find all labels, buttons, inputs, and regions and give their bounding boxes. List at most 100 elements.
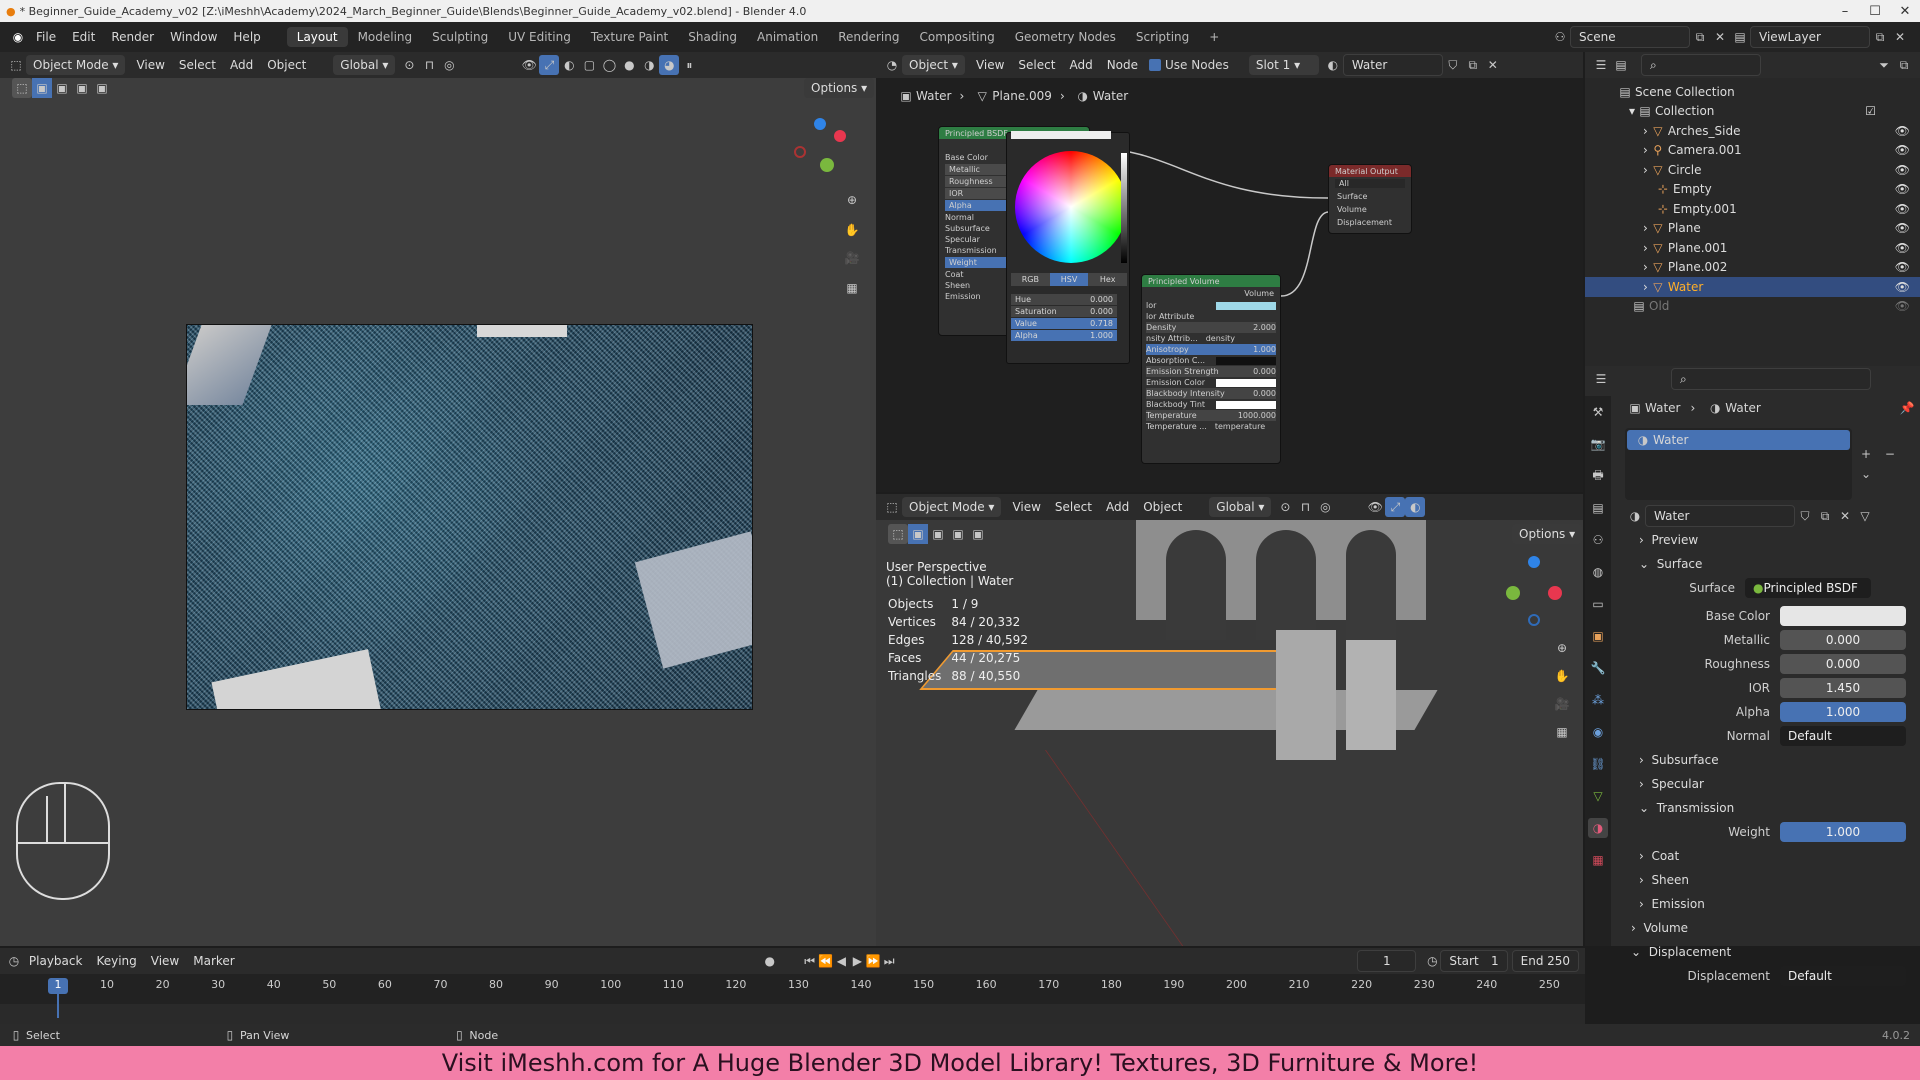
metallic-field[interactable]: 0.000: [1780, 630, 1906, 650]
view3d-orientation-dropdown[interactable]: Global ▾: [1209, 497, 1272, 517]
tab-modeling[interactable]: Modeling: [348, 27, 423, 47]
scene-field[interactable]: Scene: [1570, 26, 1690, 48]
view3d-viewport[interactable]: ⬚ ▣ ▣ ▣ ▣ Options ▾ User Perspective (1)…: [876, 520, 1583, 946]
tool-tab-icon[interactable]: ⚒: [1588, 402, 1608, 422]
view-layer-tab-icon[interactable]: ▤: [1588, 498, 1608, 518]
timeline-view-menu[interactable]: View: [144, 954, 186, 968]
output-tab-icon[interactable]: 🖶: [1588, 466, 1608, 486]
output-target-dropdown[interactable]: All: [1335, 179, 1405, 188]
browse-material-icon[interactable]: ◑: [1625, 506, 1645, 526]
view3d-camera-view-icon[interactable]: 🎥: [1552, 694, 1572, 714]
solid-shading-icon[interactable]: ●: [619, 55, 639, 75]
timeline[interactable]: ◷ Playback Keying View Marker ● ⏮ ⏪ ◀ ▶ …: [0, 948, 1585, 1028]
section-specular[interactable]: › Specular: [1625, 772, 1917, 796]
section-preview[interactable]: › Preview: [1625, 528, 1917, 552]
fake-user-icon[interactable]: ⛉: [1443, 55, 1463, 75]
texture-tab-icon[interactable]: ▦: [1588, 850, 1608, 870]
add-slot-icon[interactable]: +: [1856, 444, 1876, 464]
node-editor-type-icon[interactable]: ◔: [882, 55, 902, 75]
options-dropdown[interactable]: Options ▾: [804, 78, 875, 98]
properties-editor-type-icon[interactable]: ☰: [1591, 369, 1611, 389]
roughness-field[interactable]: 0.000: [1780, 654, 1906, 674]
menu-add[interactable]: Add: [223, 58, 260, 72]
z-axis-icon[interactable]: [814, 118, 826, 130]
node-editor[interactable]: ▣ Water › ▽ Plane.009 › ◑ Water Principl…: [876, 78, 1583, 492]
view3d-grid-icon[interactable]: ▦: [1552, 722, 1572, 742]
tab-compositing[interactable]: Compositing: [909, 27, 1004, 47]
menu-file[interactable]: File: [28, 30, 64, 44]
object-tab-icon[interactable]: ▣: [1588, 626, 1608, 646]
view-layer-field[interactable]: ViewLayer: [1750, 26, 1870, 48]
select-invert-icon[interactable]: ▣: [92, 78, 112, 98]
collection-tab-icon[interactable]: ▭: [1588, 594, 1608, 614]
minimize-icon[interactable]: –: [1830, 4, 1860, 19]
view3d-menu-select[interactable]: Select: [1048, 500, 1099, 514]
section-volume[interactable]: › Volume: [1625, 916, 1917, 940]
timeline-editor-type-icon[interactable]: ◷: [6, 951, 22, 971]
unlink-material-icon[interactable]: ✕: [1483, 55, 1503, 75]
play-icon[interactable]: ▶: [849, 951, 865, 971]
menu-help[interactable]: Help: [225, 30, 268, 44]
color-picker-popup[interactable]: RGB HSV Hex Hue 0.000 Saturation 0.000 Val…: [1006, 131, 1130, 364]
value-slider[interactable]: [1121, 153, 1127, 263]
section-surface[interactable]: ⌄ Surface: [1625, 552, 1917, 576]
zoom-icon[interactable]: ⊕: [842, 190, 862, 210]
menu-render[interactable]: Render: [103, 30, 162, 44]
gizmo-icon[interactable]: ⤢: [539, 55, 560, 75]
normal-field[interactable]: Default: [1780, 726, 1906, 746]
eye-icon[interactable]: 👁: [1895, 260, 1910, 274]
slot-menu-icon[interactable]: ⌄: [1856, 464, 1876, 484]
view3d-select-subtract-icon[interactable]: ▣: [948, 524, 968, 544]
material-slot-list[interactable]: ◑ Water: [1625, 428, 1853, 500]
eye-icon[interactable]: 👁: [1895, 241, 1910, 255]
view3d-snap-icon[interactable]: ⊓: [1295, 497, 1315, 517]
outliner-search-input[interactable]: ⌕: [1641, 54, 1761, 76]
outliner-collection[interactable]: ▾ ▤ Collection ☑: [1585, 102, 1920, 122]
view3d-proportional-icon[interactable]: ◎: [1315, 497, 1335, 517]
outliner-item[interactable]: › ▽ Circle 👁: [1585, 160, 1920, 180]
surface-shader-field[interactable]: ● Principled BSDF: [1745, 578, 1871, 598]
principled-volume-node[interactable]: Principled Volume Volume lor lor Attribu…: [1141, 274, 1281, 464]
menu-view[interactable]: View: [129, 58, 171, 72]
playhead[interactable]: 1: [48, 978, 68, 994]
blender-menu-icon[interactable]: ◉: [8, 27, 28, 47]
view3d-neg-z-axis-icon[interactable]: [1528, 614, 1540, 626]
camera-view-icon[interactable]: 🎥: [842, 248, 862, 268]
outliner-item[interactable]: ⊹ Empty 👁: [1585, 180, 1920, 200]
scene-tab-icon[interactable]: ⚇: [1588, 530, 1608, 550]
world-tab-icon[interactable]: ◍: [1588, 562, 1608, 582]
use-nodes-checkbox[interactable]: [1149, 59, 1162, 71]
material-field[interactable]: Water: [1342, 54, 1443, 76]
view3d-y-axis-icon[interactable]: [1506, 586, 1520, 600]
section-emission[interactable]: › Emission: [1625, 892, 1917, 916]
tab-animation[interactable]: Animation: [747, 27, 828, 47]
menu-edit[interactable]: Edit: [64, 30, 103, 44]
record-icon[interactable]: ●: [762, 951, 778, 971]
jump-key-back-icon[interactable]: ⏪: [818, 951, 834, 971]
alpha-field[interactable]: 1.000: [1780, 702, 1906, 722]
rendered-shading-icon[interactable]: ◕: [659, 55, 680, 75]
view3d-select-invert-icon[interactable]: ▣: [968, 524, 988, 544]
select-extend-icon[interactable]: ▣: [52, 78, 72, 98]
color-wheel[interactable]: [1015, 151, 1127, 263]
tab-scripting[interactable]: Scripting: [1126, 27, 1199, 47]
constraints-tab-icon[interactable]: ⛓: [1588, 754, 1608, 774]
tab-rendering[interactable]: Rendering: [828, 27, 909, 47]
eye-icon[interactable]: 👁: [1895, 202, 1910, 216]
view3d-menu-add[interactable]: Add: [1099, 500, 1136, 514]
outliner-editor-type-icon[interactable]: ☰: [1591, 55, 1611, 75]
node-menu-add[interactable]: Add: [1062, 58, 1099, 72]
pin-icon[interactable]: 📌: [1897, 398, 1917, 418]
material-unlink-icon[interactable]: ✕: [1835, 506, 1855, 526]
eye-icon[interactable]: 👁: [1895, 221, 1910, 235]
pan-hand-icon[interactable]: ✋: [842, 220, 862, 240]
outliner-item[interactable]: › ▽ Plane.002 👁: [1585, 258, 1920, 278]
new-view-layer-icon[interactable]: ⧉: [1870, 27, 1890, 47]
displacement-field[interactable]: Default: [1780, 966, 1906, 986]
view3d-overlay-icon[interactable]: ◐: [1405, 497, 1426, 517]
x-axis-icon[interactable]: [834, 130, 846, 142]
proportional-icon[interactable]: ◎: [439, 55, 459, 75]
material-link-icon[interactable]: ▽: [1855, 506, 1875, 526]
mode-dropdown[interactable]: Object Mode ▾: [26, 55, 126, 75]
editor-type-icon[interactable]: ⬚: [6, 55, 26, 75]
